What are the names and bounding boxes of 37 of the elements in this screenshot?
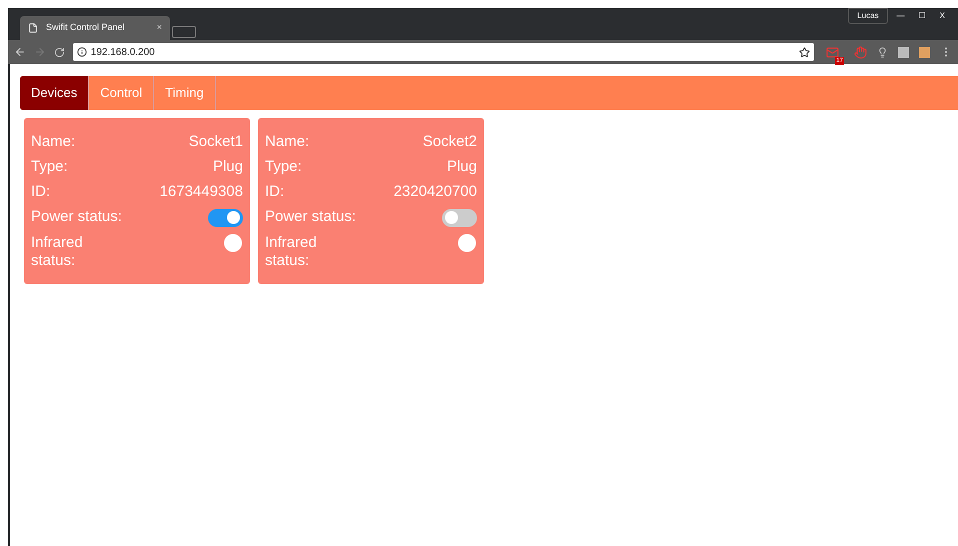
lightbulb-icon[interactable] bbox=[876, 46, 888, 58]
field-label: Name: bbox=[31, 132, 76, 152]
extension-square-icon[interactable] bbox=[898, 46, 909, 58]
field-label: Infrared status: bbox=[31, 234, 84, 270]
field-label: Type: bbox=[31, 157, 68, 178]
field-label: ID: bbox=[31, 182, 50, 202]
profile-button[interactable]: Lucas bbox=[848, 8, 888, 24]
field-label: Name: bbox=[265, 132, 310, 152]
address-text: 192.168.0.200 bbox=[90, 46, 156, 60]
tab-title: Swifit Control Panel bbox=[46, 21, 126, 34]
field-value: Socket2 bbox=[422, 132, 477, 152]
info-icon bbox=[76, 47, 87, 57]
power-toggle[interactable] bbox=[208, 208, 243, 226]
window-control[interactable]: ☐ bbox=[914, 9, 931, 23]
field-label: Type: bbox=[265, 157, 302, 178]
nav-tab[interactable]: Devices bbox=[20, 76, 90, 110]
field-value: Plug bbox=[212, 157, 243, 178]
field-label: ID: bbox=[265, 182, 284, 202]
tab-close[interactable]: × bbox=[156, 21, 162, 35]
page-icon bbox=[28, 23, 38, 33]
field-value: 2320420700 bbox=[394, 182, 477, 202]
mail-icon bbox=[826, 46, 839, 58]
window-control[interactable]: — bbox=[892, 9, 910, 23]
bookmark-star-icon[interactable] bbox=[798, 46, 810, 58]
field-value: 1673449308 bbox=[160, 182, 243, 202]
back-icon[interactable] bbox=[14, 46, 26, 58]
field-label: Power status: bbox=[31, 207, 122, 228]
reload-icon[interactable] bbox=[54, 46, 65, 58]
field-label: Infrared status: bbox=[265, 234, 318, 270]
field-label: Power status: bbox=[265, 207, 356, 228]
new-tab-button[interactable] bbox=[172, 26, 196, 38]
browser-tab[interactable]: Swifit Control Panel × bbox=[20, 16, 170, 40]
window-control[interactable]: X bbox=[934, 9, 950, 23]
address-bar[interactable]: 192.168.0.200 bbox=[72, 43, 814, 61]
field-value: Plug bbox=[446, 157, 477, 178]
field-value: Socket1 bbox=[188, 132, 243, 152]
power-toggle[interactable] bbox=[442, 208, 477, 226]
